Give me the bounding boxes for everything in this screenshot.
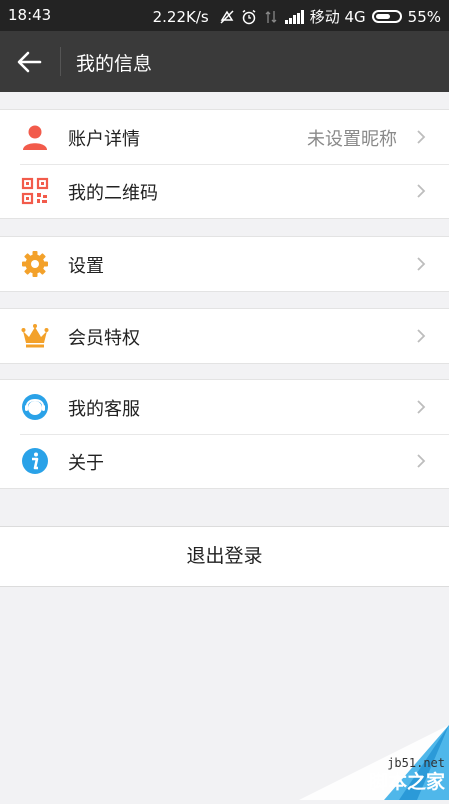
network-speed: 2.22K/s	[152, 7, 209, 26]
menu-item-about[interactable]: 关于	[0, 434, 449, 488]
menu-item-label: 我的客服	[68, 399, 140, 420]
chevron-right-icon	[417, 400, 426, 414]
menu-item-label: 设置	[68, 256, 104, 277]
menu-group-support: 我的客服 关于	[0, 379, 449, 489]
chevron-right-icon	[417, 329, 426, 343]
chevron-right-icon	[417, 130, 426, 144]
logout-button[interactable]: 退出登录	[0, 526, 449, 587]
title-divider	[60, 47, 61, 76]
site-watermark: jb51.net 脚本之家	[299, 725, 449, 800]
watermark-name: 脚本之家	[368, 771, 445, 793]
menu-group-account: 账户详情 未设置昵称 我的二维码	[0, 109, 449, 219]
chevron-right-icon	[417, 257, 426, 271]
menu-item-label: 会员特权	[68, 328, 140, 349]
menu-item-settings[interactable]: 设置	[0, 237, 449, 291]
battery-icon	[371, 10, 402, 23]
menu-item-label: 账户详情	[68, 129, 140, 150]
mute-icon	[219, 9, 235, 25]
gear-icon	[22, 251, 48, 277]
menu-item-member-privileges[interactable]: 会员特权	[0, 309, 449, 363]
arrow-left-icon	[17, 51, 42, 73]
menu-item-my-qr-code[interactable]: 我的二维码	[0, 164, 449, 218]
qr-code-icon	[21, 177, 49, 205]
status-time: 18:43	[8, 6, 52, 24]
alarm-icon	[241, 9, 257, 25]
carrier-label: 移动 4G	[309, 8, 366, 26]
menu-group-settings: 设置	[0, 236, 449, 292]
menu-group-membership: 会员特权	[0, 308, 449, 364]
nickname-value: 未设置昵称	[307, 129, 397, 150]
menu-item-label: 关于	[68, 453, 104, 474]
menu-item-account-details[interactable]: 账户详情 未设置昵称	[0, 110, 449, 164]
customer-service-icon	[22, 394, 48, 420]
signal-icon	[284, 9, 304, 24]
person-icon	[23, 125, 47, 150]
status-bar: 18:43 2.22K/s 移动 4G 55%	[0, 0, 449, 31]
battery-percent: 55%	[407, 7, 441, 26]
title-bar: 我的信息	[0, 31, 449, 92]
chevron-right-icon	[417, 184, 426, 198]
chevron-right-icon	[417, 454, 426, 468]
page-title: 我的信息	[76, 53, 153, 75]
menu-item-customer-service[interactable]: 我的客服	[0, 380, 449, 434]
info-icon	[22, 448, 48, 474]
menu-item-label: 我的二维码	[68, 183, 158, 204]
back-button[interactable]	[14, 47, 48, 77]
crown-icon	[21, 324, 49, 348]
data-transfer-icon	[263, 9, 279, 25]
